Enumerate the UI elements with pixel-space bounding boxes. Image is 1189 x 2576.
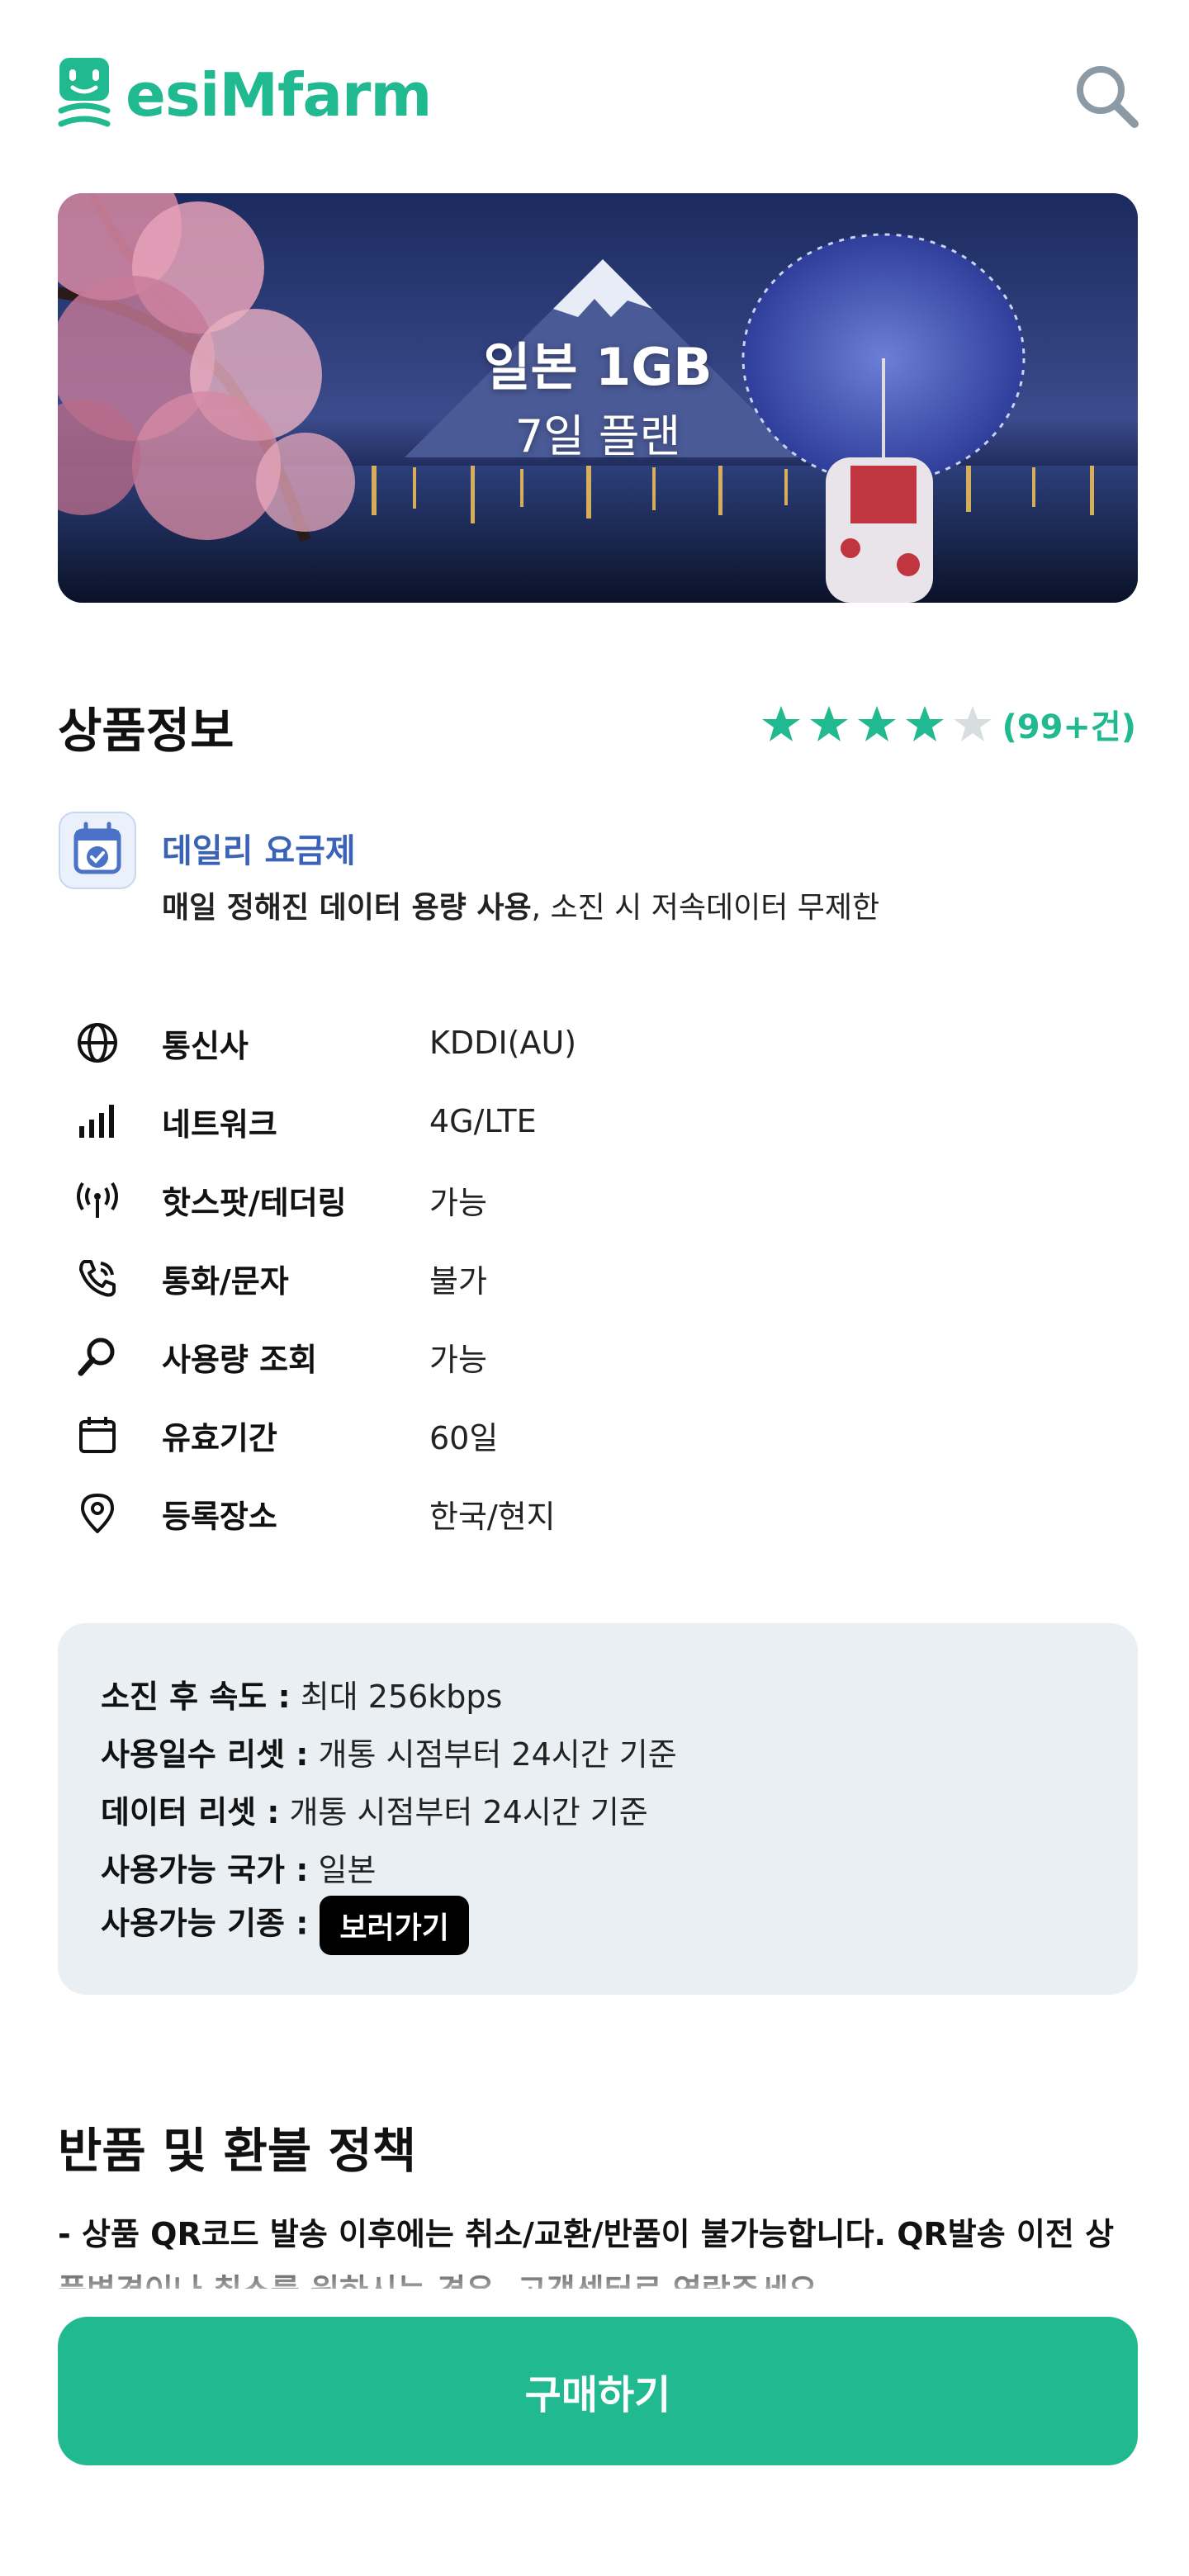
spec-label: 핫스팟/테더링 [162, 1184, 347, 1221]
hotspot-icon [77, 1181, 118, 1218]
star-filled-icon [906, 706, 945, 741]
search-icon [1077, 66, 1139, 128]
info-label: 소진 후 속도 : [101, 1679, 291, 1715]
search-button[interactable] [1073, 63, 1139, 129]
spec-row-usage-check: 사용량 조회 가능 [58, 1328, 1049, 1385]
location-pin-icon [81, 1494, 114, 1533]
purchase-bar: 구매하기 [0, 2295, 1189, 2576]
star-empty-icon [954, 706, 992, 741]
magnifier-icon [78, 1338, 115, 1376]
logo-icon [58, 58, 111, 127]
star-filled-icon [810, 706, 849, 741]
refund-policy-title: 반품 및 환불 정책 [58, 2123, 417, 2179]
star-filled-icon [762, 706, 801, 741]
info-label: 사용일수 리셋 : [101, 1736, 309, 1773]
info-line-data-reset: 데이터 리셋 : 개통 시점부터 24시간 기준 [101, 1787, 648, 1832]
spec-value: 한국/현지 [429, 1498, 556, 1535]
logo-text: esiMfarm [126, 60, 432, 130]
spec-value: 불가 [429, 1262, 487, 1300]
plan-desc-rest: , 소진 시 저속데이터 무제한 [531, 891, 880, 925]
star-filled-icon [858, 706, 897, 741]
spec-value: KDDI(AU) [429, 1025, 577, 1061]
rating[interactable]: (99+건) [754, 700, 1136, 748]
view-devices-button[interactable]: 보러가기 [320, 1896, 469, 1955]
globe-icon [78, 1023, 117, 1063]
spec-row-hotspot: 핫스팟/테더링 가능 [58, 1171, 1049, 1229]
spec-value: 4G/LTE [429, 1103, 537, 1139]
calendar-icon [79, 1417, 116, 1453]
plan-name: 데일리 요금제 [162, 832, 356, 870]
brand-logo[interactable]: esiMfarm [58, 58, 432, 132]
info-line-devices: 사용가능 기종 : 보러가기 [101, 1896, 469, 1955]
plan-desc-highlight: 매일 정해진 데이터 용량 사용 [162, 891, 532, 925]
spec-label: 네트워크 [162, 1106, 277, 1143]
info-value: 개통 시점부터 24시간 기준 [308, 1736, 677, 1773]
spec-label: 사용량 조회 [162, 1341, 318, 1378]
info-value: 일본 [308, 1852, 377, 1888]
hero-title: 일본 1GB [483, 337, 713, 397]
rating-count: (99+건) [1002, 708, 1136, 746]
info-line-day-reset: 사용일수 리셋 : 개통 시점부터 24시간 기준 [101, 1729, 677, 1774]
spec-label: 유효기간 [162, 1419, 277, 1456]
info-value: 개통 시점부터 24시간 기준 [279, 1794, 648, 1830]
info-line-speed: 소진 후 속도 : 최대 256kbps [101, 1671, 502, 1717]
spec-row-call-sms: 통화/문자 불가 [58, 1249, 1049, 1307]
info-value: 최대 256kbps [290, 1679, 503, 1715]
info-label: 사용가능 국가 : [101, 1852, 309, 1888]
spec-row-validity: 유효기간 60일 [58, 1406, 1049, 1464]
plan-description: 매일 정해진 데이터 용량 사용, 소진 시 저속데이터 무제한 [162, 883, 879, 926]
info-label: 데이터 리셋 : [101, 1794, 280, 1830]
purchase-button[interactable]: 구매하기 [58, 2317, 1138, 2465]
spec-label: 통신사 [162, 1027, 249, 1064]
spec-row-registration: 등록장소 한국/현지 [58, 1485, 1049, 1542]
calendar-check-icon [59, 812, 136, 889]
spec-label: 통화/문자 [162, 1262, 289, 1300]
product-info-title: 상품정보 [58, 703, 234, 759]
signal-bars-icon [79, 1105, 114, 1138]
details-box: 소진 후 속도 : 최대 256kbps 사용일수 리셋 : 개통 시점부터 2… [58, 1623, 1138, 1995]
phone-icon [79, 1260, 116, 1297]
hero-subtitle: 7일 플랜 [514, 410, 681, 462]
spec-value: 60일 [429, 1419, 499, 1456]
info-line-country: 사용가능 국가 : 일본 [101, 1844, 376, 1890]
spec-label: 등록장소 [162, 1498, 277, 1535]
spec-row-network: 네트워크 4G/LTE [58, 1092, 1049, 1150]
spec-row-carrier: 통신사 KDDI(AU) [58, 1014, 1049, 1072]
info-label: 사용가능 기종 : [101, 1905, 309, 1942]
header: esiMfarm [58, 58, 1139, 140]
hero-banner: 일본 1GB 7일 플랜 [58, 193, 1138, 603]
spec-value: 가능 [429, 1184, 487, 1221]
spec-value: 가능 [429, 1341, 487, 1378]
